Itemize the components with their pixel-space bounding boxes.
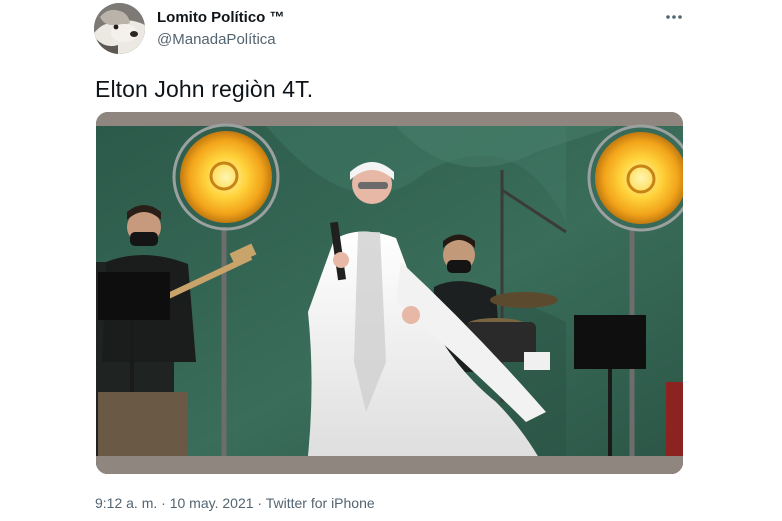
tweet-date[interactable]: 10 may. 2021 bbox=[170, 495, 254, 511]
author-handle[interactable]: @ManadaPolítica bbox=[157, 31, 285, 49]
dog-avatar-icon bbox=[94, 3, 145, 54]
display-name[interactable]: Lomito Político ™ bbox=[157, 9, 285, 27]
tweet-card: Lomito Político ™ @ManadaPolítica Elton … bbox=[0, 0, 782, 521]
tweet-source[interactable]: Twitter for iPhone bbox=[266, 495, 375, 511]
avatar[interactable] bbox=[94, 3, 145, 54]
tweet-media[interactable] bbox=[96, 112, 683, 474]
tweet-time[interactable]: 9:12 a. m. bbox=[95, 495, 157, 511]
author-block: Lomito Político ™ @ManadaPolítica bbox=[157, 9, 285, 49]
tweet-meta: 9:12 a. m. · 10 may. 2021 · Twitter for … bbox=[95, 495, 375, 511]
more-horizontal-icon bbox=[666, 15, 682, 19]
tweet-text: Elton John regiòn 4T. bbox=[95, 76, 314, 102]
meta-separator: · bbox=[157, 495, 170, 511]
stage-video-still bbox=[96, 112, 683, 474]
more-options-button[interactable] bbox=[662, 10, 686, 24]
meta-separator-2: · bbox=[253, 495, 266, 511]
